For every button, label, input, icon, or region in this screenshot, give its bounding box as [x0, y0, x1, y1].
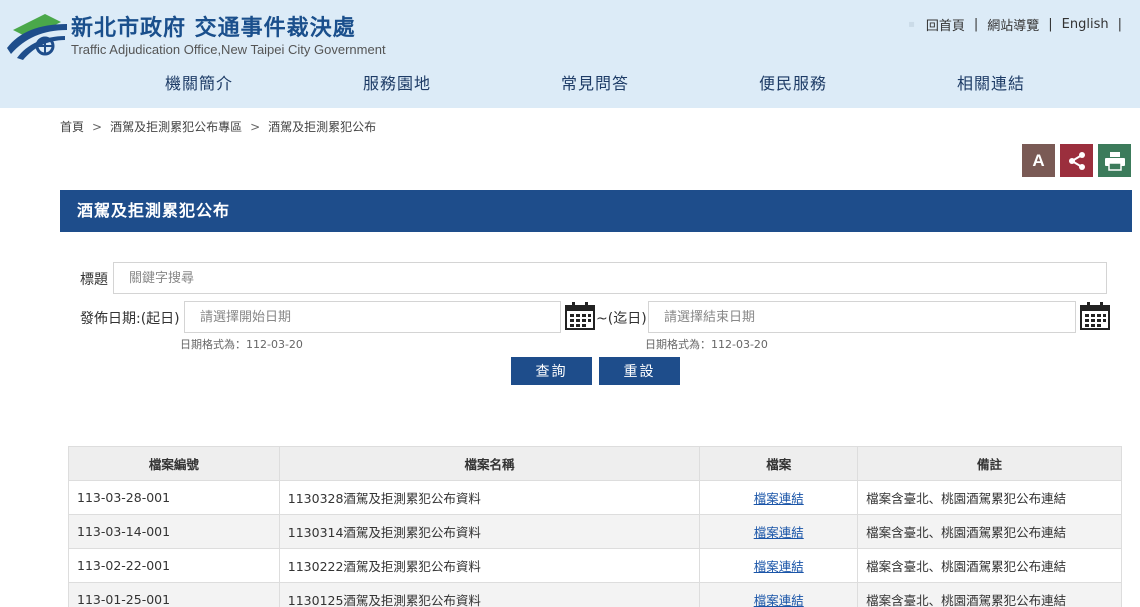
table-row: 113-03-28-001 1130328酒駕及拒測累犯公布資料 檔案連結 檔案…: [68, 480, 1122, 515]
end-date-input[interactable]: [648, 301, 1076, 333]
print-icon: [1104, 151, 1125, 171]
reset-button[interactable]: 重設: [599, 357, 680, 385]
file-link[interactable]: 檔案連結: [754, 559, 804, 574]
calendar-icon[interactable]: [1080, 302, 1110, 330]
font-size-button[interactable]: A: [1022, 144, 1055, 177]
table-row: 113-03-14-001 1130314酒駕及拒測累犯公布資料 檔案連結 檔案…: [68, 514, 1122, 549]
results-table: 檔案編號 檔案名稱 檔案 備註 113-03-28-001 1130328酒駕及…: [68, 446, 1122, 607]
share-icon: [1068, 151, 1085, 170]
print-button[interactable]: [1098, 144, 1131, 177]
breadcrumb-current[interactable]: 酒駕及拒測累犯公布: [268, 118, 376, 135]
breadcrumb: 首頁 > 酒駕及拒測累犯公布專區 > 酒駕及拒測累犯公布: [60, 118, 376, 135]
column-header-note: 備註: [857, 446, 1122, 481]
title-label: 標題: [80, 272, 108, 288]
site-title[interactable]: 新北市政府 交通事件裁決處: [71, 10, 356, 42]
english-link[interactable]: English: [1053, 17, 1118, 32]
file-id: 113-02-22-001: [68, 548, 280, 583]
chevron-right-icon: >: [92, 119, 103, 134]
home-link[interactable]: 回首頁: [917, 15, 974, 34]
column-header-file: 檔案: [699, 446, 859, 481]
calendar-icon[interactable]: [565, 302, 595, 330]
file-name: 1130222酒駕及拒測累犯公布資料: [278, 548, 701, 583]
nav-item-faq[interactable]: 常見問答: [496, 70, 694, 94]
file-note: 檔案含臺北、桃園酒駕累犯公布連結: [857, 582, 1122, 607]
file-note: 檔案含臺北、桃園酒駕累犯公布連結: [857, 548, 1122, 583]
file-cell: 檔案連結: [699, 514, 859, 549]
file-note: 檔案含臺北、桃園酒駕累犯公布連結: [857, 480, 1122, 515]
logo-icon[interactable]: [5, 8, 69, 60]
file-link[interactable]: 檔案連結: [754, 593, 804, 607]
file-name: 1130314酒駕及拒測累犯公布資料: [278, 514, 701, 549]
table-row: 113-01-25-001 1130125酒駕及拒測累犯公布資料 檔案連結 檔案…: [68, 582, 1122, 607]
search-button[interactable]: 查詢: [511, 357, 592, 385]
file-name: 1130125酒駕及拒測累犯公布資料: [278, 582, 701, 607]
home-mark-icon: ▪: [908, 19, 915, 30]
share-button[interactable]: [1060, 144, 1093, 177]
file-cell: 檔案連結: [699, 480, 859, 515]
table-row: 113-02-22-001 1130222酒駕及拒測累犯公布資料 檔案連結 檔案…: [68, 548, 1122, 583]
breadcrumb-home[interactable]: 首頁: [60, 118, 84, 135]
start-date-label: 發佈日期:(起日): [80, 311, 180, 327]
main-nav: 機關簡介 服務園地 常見問答 便民服務 相關連結: [100, 70, 1090, 94]
column-header-id: 檔案編號: [68, 446, 280, 481]
end-date-label: ~(迄日): [596, 311, 647, 327]
nav-item-links[interactable]: 相關連結: [892, 70, 1090, 94]
file-cell: 檔案連結: [699, 582, 859, 607]
site-header: 新北市政府 交通事件裁決處 Traffic Adjudication Offic…: [0, 0, 1140, 108]
file-name: 1130328酒駕及拒測累犯公布資料: [278, 480, 701, 515]
section-title: 酒駕及拒測累犯公布: [60, 190, 1132, 232]
file-link[interactable]: 檔案連結: [754, 491, 804, 506]
nav-item-about[interactable]: 機關簡介: [100, 70, 298, 94]
file-id: 113-03-14-001: [68, 514, 280, 549]
file-note: 檔案含臺北、桃園酒駕累犯公布連結: [857, 514, 1122, 549]
file-cell: 檔案連結: [699, 548, 859, 583]
table-header-row: 檔案編號 檔案名稱 檔案 備註: [68, 446, 1122, 481]
breadcrumb-zone[interactable]: 酒駕及拒測累犯公布專區: [110, 118, 242, 135]
file-link[interactable]: 檔案連結: [754, 525, 804, 540]
site-subtitle: Traffic Adjudication Office,New Taipei C…: [71, 42, 386, 57]
chevron-right-icon: >: [250, 119, 261, 134]
divider: |: [1117, 17, 1122, 32]
start-date-hint: 日期格式為：112-03-20: [180, 338, 303, 351]
file-id: 113-03-28-001: [68, 480, 280, 515]
end-date-hint: 日期格式為：112-03-20: [645, 338, 768, 351]
nav-item-services[interactable]: 服務園地: [298, 70, 496, 94]
file-id: 113-01-25-001: [68, 582, 280, 607]
top-links: ▪ 回首頁 | 網站導覽 | English |: [908, 15, 1122, 34]
nav-item-convenience[interactable]: 便民服務: [694, 70, 892, 94]
column-header-name: 檔案名稱: [278, 446, 701, 481]
sitemap-link[interactable]: 網站導覽: [978, 15, 1048, 34]
keyword-input[interactable]: [113, 262, 1107, 294]
start-date-input[interactable]: [184, 301, 561, 333]
tool-buttons: A: [1022, 144, 1131, 177]
